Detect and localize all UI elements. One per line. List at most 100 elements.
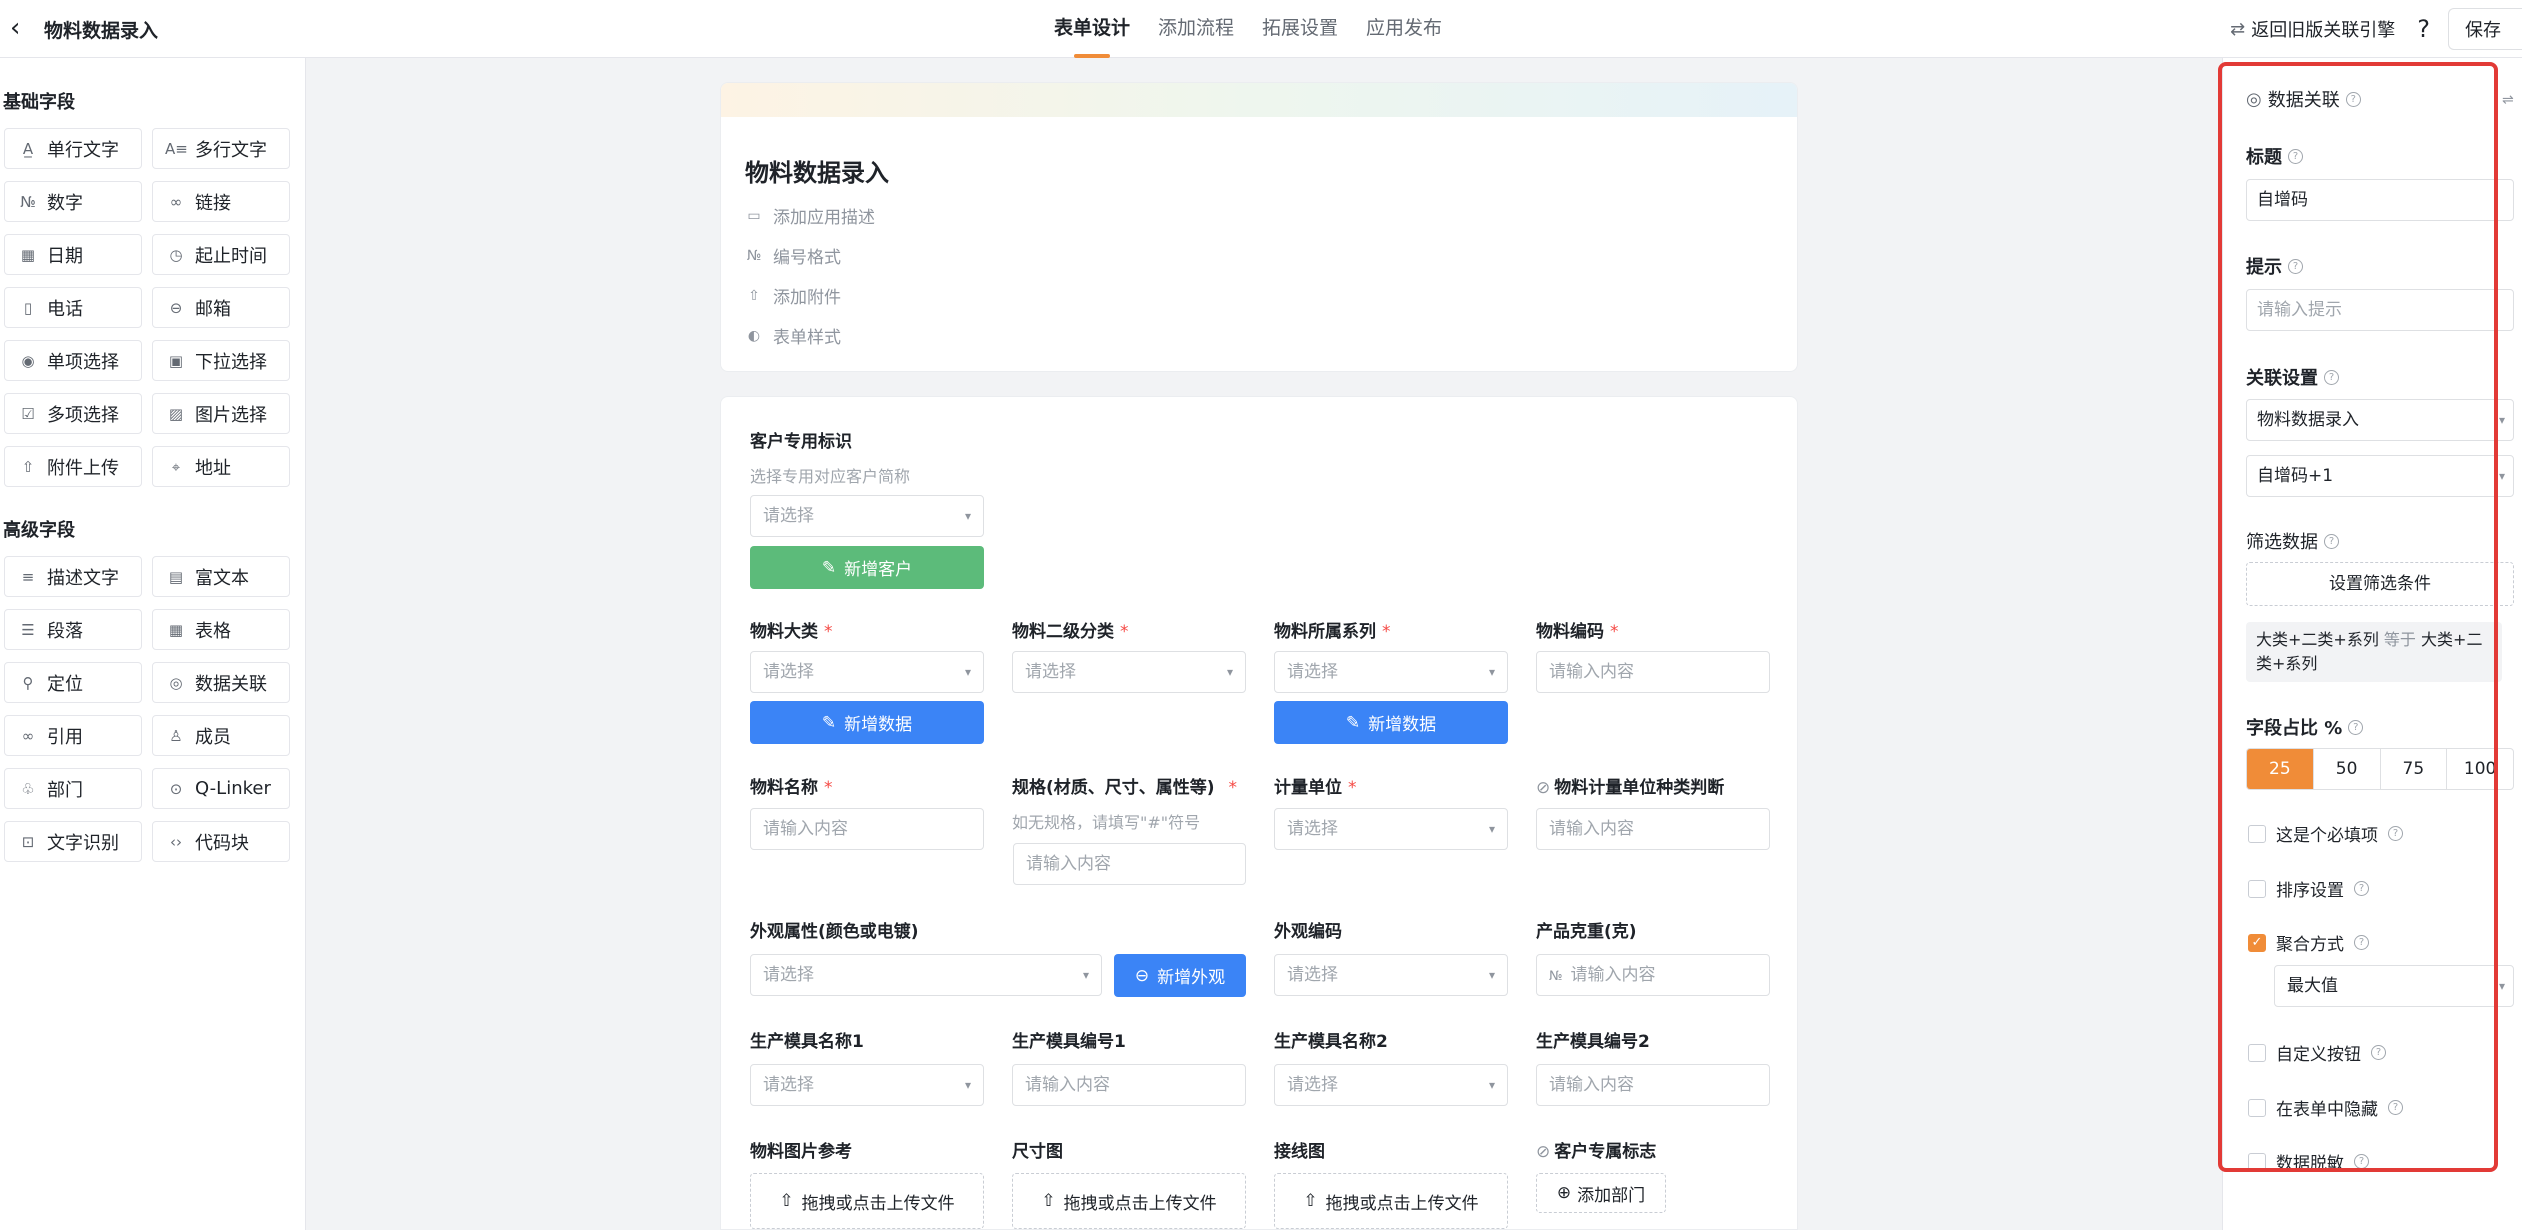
hide-in-form-checkbox-row[interactable]: 在表单中隐藏?: [2248, 1095, 2403, 1120]
field-department[interactable]: ♧ 部门: [4, 768, 142, 809]
calendar-icon: ▦: [20, 245, 36, 264]
material-code-input[interactable]: 请输入内容: [1536, 651, 1770, 693]
button-label: 新增数据: [844, 715, 913, 735]
field-email[interactable]: ⊖ 邮箱: [152, 287, 290, 328]
checkbox-checked[interactable]: ✓: [2248, 933, 2266, 952]
form-style-link[interactable]: ◐ 表单样式: [745, 323, 841, 349]
field-single-line-text[interactable]: A̲ 单行文字: [4, 128, 142, 169]
palette-icon: ◐: [747, 327, 761, 344]
field-q-linker[interactable]: ⊙ Q-Linker: [152, 768, 290, 809]
save-button[interactable]: 保存: [2448, 8, 2522, 50]
field-number[interactable]: № 数字: [4, 181, 142, 222]
chevron-down-icon: ▾: [964, 509, 971, 523]
advanced-fields-grid: ≡ 描述文字 ▤ 富文本 ☰ 段落 ▦ 表格 ⚲ 定位 ◎ 数据关联 ∞ 引用 ♙ 成员 ♧ 部门…: [4, 556, 290, 862]
aggregate-checkbox-row[interactable]: ✓ 聚合方式?: [2248, 930, 2369, 955]
required-checkbox-row[interactable]: 这是个必填项?: [2248, 821, 2403, 846]
field-paragraph[interactable]: ☰ 段落: [4, 609, 142, 650]
legacy-engine-link[interactable]: ⇄ 返回旧版关联引擎: [2230, 16, 2395, 42]
ratio-25-button[interactable]: 25: [2247, 749, 2314, 789]
material-subcategory-select[interactable]: 请选择 ▾: [1012, 651, 1246, 693]
wiring-diagram-upload[interactable]: ⇧ 拖拽或点击上传文件: [1274, 1173, 1508, 1229]
select-placeholder: 请选择: [763, 506, 814, 526]
checkbox[interactable]: [2248, 1043, 2266, 1062]
ratio-75-button[interactable]: 75: [2381, 749, 2448, 789]
select-placeholder: 请选择: [1287, 1075, 1338, 1095]
checkbox[interactable]: [2248, 824, 2266, 843]
field-link[interactable]: ∞ 链接: [152, 181, 290, 222]
field-time-range[interactable]: ◷ 起止时间: [152, 234, 290, 275]
help-circle-icon: ?: [2324, 369, 2339, 385]
field-ocr[interactable]: ⊡ 文字识别: [4, 821, 142, 862]
chevron-left-icon[interactable]: ‹: [10, 14, 32, 42]
link-form-select[interactable]: 物料数据录入 ▾: [2246, 399, 2514, 441]
ratio-50-button[interactable]: 50: [2314, 749, 2381, 789]
ratio-100-button[interactable]: 100: [2447, 749, 2513, 789]
tab-app-publish[interactable]: 应用发布: [1366, 0, 1442, 58]
add-category-data-button[interactable]: ✎ 新增数据: [750, 701, 984, 744]
appearance-code-select[interactable]: 请选择 ▾: [1274, 954, 1508, 996]
field-address[interactable]: ⌖ 地址: [152, 446, 290, 487]
material-image-upload[interactable]: ⇧ 拖拽或点击上传文件: [750, 1173, 984, 1229]
dimension-drawing-upload[interactable]: ⇧ 拖拽或点击上传文件: [1012, 1173, 1246, 1229]
field-phone[interactable]: ▯ 电话: [4, 287, 142, 328]
unit-select[interactable]: 请选择 ▾: [1274, 808, 1508, 850]
number-format-link[interactable]: № 编号格式: [745, 243, 841, 269]
checkbox[interactable]: [2248, 1152, 2266, 1171]
set-filter-button[interactable]: 设置筛选条件: [2246, 562, 2514, 606]
field-ratio-selector: 25 50 75 100: [2246, 748, 2514, 790]
mold-name-2-select[interactable]: 请选择 ▾: [1274, 1064, 1508, 1106]
help-icon[interactable]: ?: [2417, 15, 2430, 43]
field-multi-line-text[interactable]: A≡ 多行文字: [152, 128, 290, 169]
appearance-select[interactable]: 请选择 ▾: [750, 954, 1102, 996]
field-data-link[interactable]: ◎ 数据关联: [152, 662, 290, 703]
add-appearance-button[interactable]: ⊖ 新增外观: [1114, 954, 1246, 997]
form-title[interactable]: 物料数据录入: [745, 153, 889, 188]
top-actions: ⇄ 返回旧版关联引擎 ? 保存: [2230, 0, 2522, 58]
mold-number-1-input[interactable]: 请输入内容: [1012, 1064, 1246, 1106]
help-circle-icon: ?: [2288, 148, 2303, 164]
add-customer-button[interactable]: ✎ 新增客户: [750, 546, 984, 589]
customer-mark-select[interactable]: 请选择 ▾: [750, 495, 984, 537]
custom-button-checkbox-row[interactable]: 自定义按钮?: [2248, 1040, 2386, 1065]
checkbox[interactable]: [2248, 1098, 2266, 1117]
tab-extension-settings[interactable]: 拓展设置: [1262, 0, 1338, 58]
field-dropdown[interactable]: ▣ 下拉选择: [152, 340, 290, 381]
field-multi-choice[interactable]: ☑ 多项选择: [4, 393, 142, 434]
field-location[interactable]: ⚲ 定位: [4, 662, 142, 703]
sort-checkbox-row[interactable]: 排序设置?: [2248, 876, 2369, 901]
field-code-block[interactable]: ‹› 代码块: [152, 821, 290, 862]
data-masking-checkbox-row[interactable]: 数据脱敏?: [2248, 1149, 2369, 1174]
spec-input[interactable]: 请输入内容: [1013, 843, 1246, 885]
mold-number-2-input[interactable]: 请输入内容: [1536, 1064, 1770, 1106]
material-series-select[interactable]: 请选择 ▾: [1274, 651, 1508, 693]
tab-form-design[interactable]: 表单设计: [1054, 0, 1130, 58]
material-category-select[interactable]: 请选择 ▾: [750, 651, 984, 693]
material-name-input[interactable]: 请输入内容: [750, 808, 984, 850]
field-label: 部门: [47, 779, 83, 801]
add-attachment-link[interactable]: ⇧ 添加附件: [745, 283, 841, 309]
field-reference[interactable]: ∞ 引用: [4, 715, 142, 756]
field-label: 数据关联: [195, 673, 267, 695]
add-series-data-button[interactable]: ✎ 新增数据: [1274, 701, 1508, 744]
tab-add-flow[interactable]: 添加流程: [1158, 0, 1234, 58]
unit-type-input[interactable]: 请输入内容: [1536, 808, 1770, 850]
hint-input[interactable]: 请输入提示: [2246, 289, 2514, 331]
field-date[interactable]: ▦ 日期: [4, 234, 142, 275]
aggregate-select[interactable]: 最大值 ▾: [2274, 965, 2514, 1007]
add-department-button[interactable]: ⊕ 添加部门: [1536, 1173, 1666, 1213]
field-image-choice[interactable]: ▨ 图片选择: [152, 393, 290, 434]
field-member[interactable]: ♙ 成员: [152, 715, 290, 756]
checkbox[interactable]: [2248, 879, 2266, 898]
collapse-icon[interactable]: ⇌: [2502, 92, 2514, 108]
field-rich-text[interactable]: ▤ 富文本: [152, 556, 290, 597]
title-input[interactable]: 自增码: [2246, 179, 2514, 221]
link-field-select[interactable]: 自增码+1 ▾: [2246, 455, 2514, 497]
field-single-choice[interactable]: ◉ 单项选择: [4, 340, 142, 381]
chevron-down-icon: ▾: [1488, 665, 1495, 679]
field-description[interactable]: ≡ 描述文字: [4, 556, 142, 597]
mold-name-1-select[interactable]: 请选择 ▾: [750, 1064, 984, 1106]
field-attachment[interactable]: ⇧ 附件上传: [4, 446, 142, 487]
field-table[interactable]: ▦ 表格: [152, 609, 290, 650]
add-description-link[interactable]: ▭ 添加应用描述: [745, 203, 875, 229]
product-weight-input[interactable]: № 请输入内容: [1536, 954, 1770, 996]
